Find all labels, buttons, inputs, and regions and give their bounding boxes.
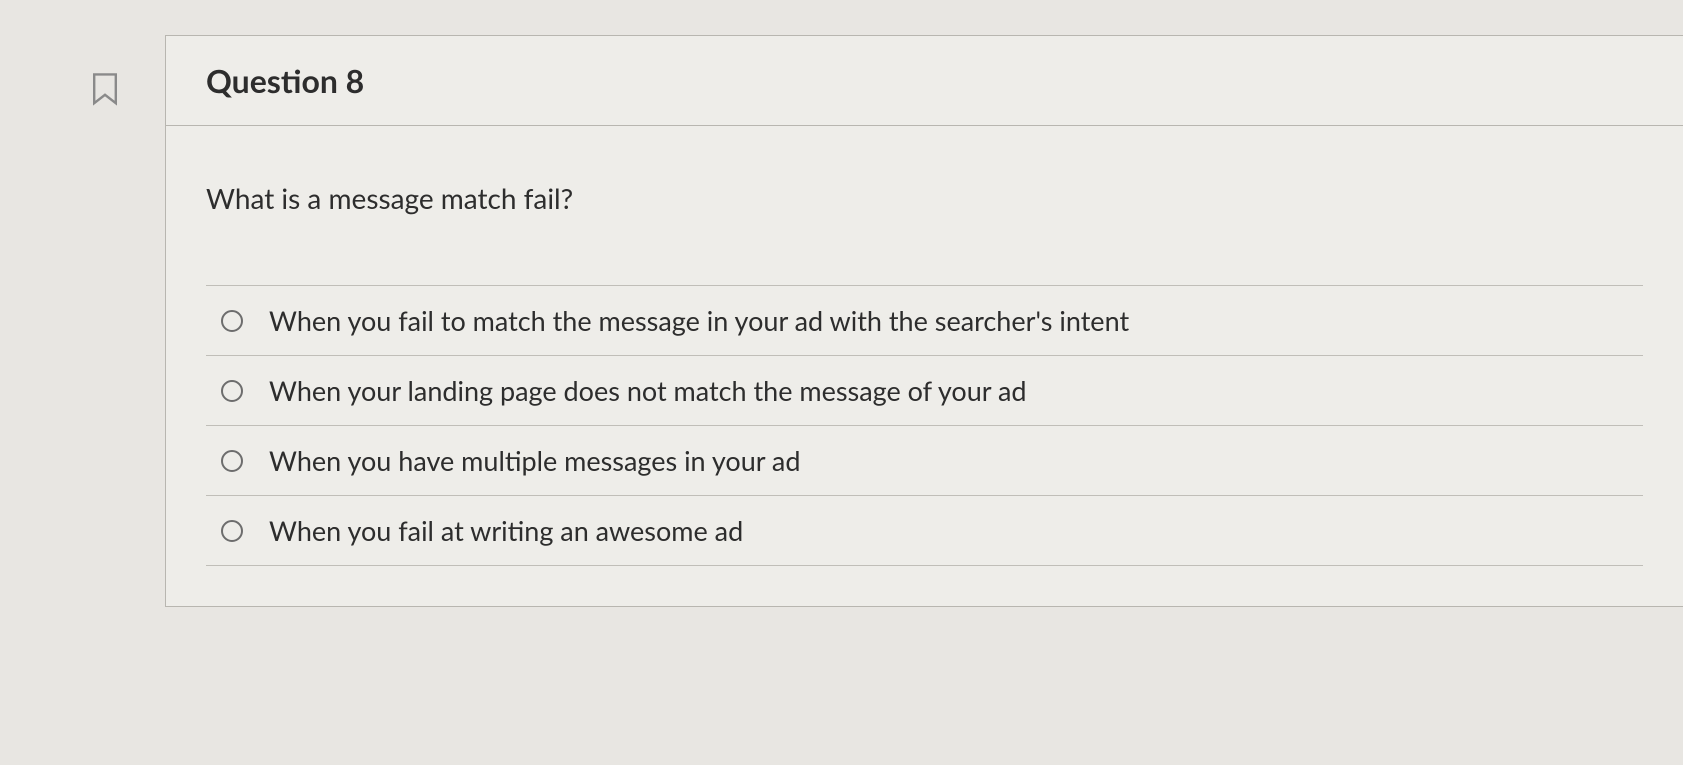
radio-icon	[221, 310, 243, 332]
option-row-1[interactable]: When you fail to match the message in yo…	[206, 286, 1643, 356]
radio-icon	[221, 380, 243, 402]
option-label: When you fail to match the message in yo…	[269, 304, 1129, 337]
option-row-2[interactable]: When your landing page does not match th…	[206, 356, 1643, 426]
question-card: Question 8 What is a message match fail?…	[165, 35, 1683, 607]
option-row-4[interactable]: When you fail at writing an awesome ad	[206, 496, 1643, 566]
question-body: What is a message match fail? When you f…	[166, 126, 1683, 606]
options-list: When you fail to match the message in yo…	[206, 285, 1643, 566]
question-title: Question 8	[206, 61, 1643, 100]
radio-icon	[221, 450, 243, 472]
option-label: When you have multiple messages in your …	[269, 444, 800, 477]
option-label: When your landing page does not match th…	[269, 374, 1026, 407]
bookmark-flag-icon[interactable]	[90, 72, 120, 108]
option-label: When you fail at writing an awesome ad	[269, 514, 743, 547]
option-row-3[interactable]: When you have multiple messages in your …	[206, 426, 1643, 496]
radio-icon	[221, 520, 243, 542]
question-header: Question 8	[166, 36, 1683, 126]
question-prompt: What is a message match fail?	[206, 181, 1643, 215]
